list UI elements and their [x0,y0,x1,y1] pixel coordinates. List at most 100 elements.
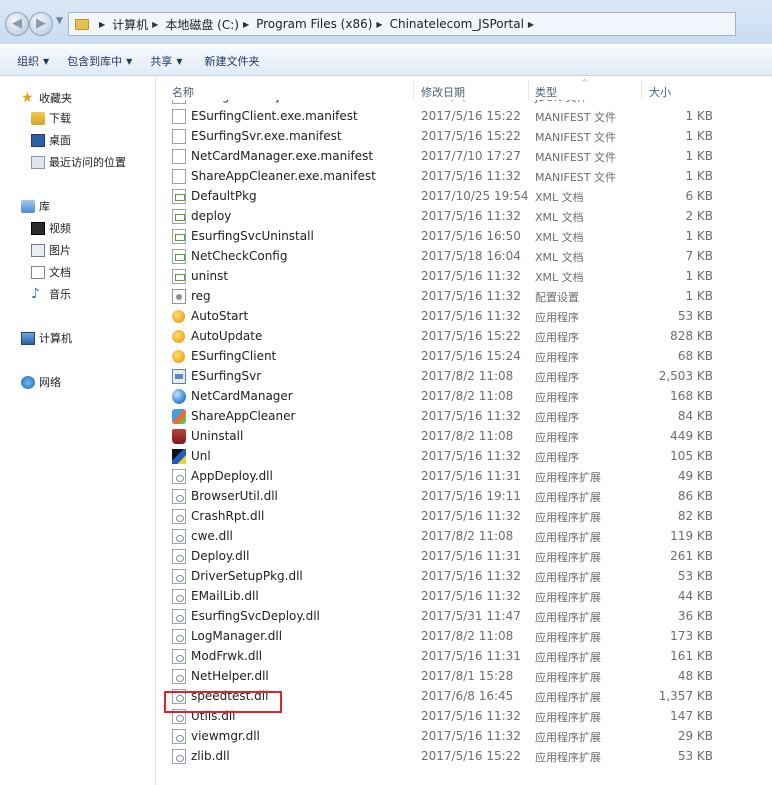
file-row[interactable]: NetCardManager.exe.manifest 2017/7/10 17:… [156,146,738,166]
package-icon [172,409,186,424]
file-row[interactable]: AutoUpdate 2017/5/16 15:22 应用程序 828 KB [156,326,738,346]
file-name: ESurfingClient.exe.manifest [191,109,358,123]
file-size: 68 KB [677,349,713,363]
nav-item-libraries[interactable]: 库 [21,196,50,216]
nav-item-recent[interactable]: 最近访问的位置 [31,152,126,172]
file-size: 2,503 KB [658,369,713,383]
file-size: 53 KB [677,309,713,323]
dll-file-icon [172,469,186,484]
file-name: EMailLib.dll [191,589,259,603]
column-header-size[interactable]: 大小 [649,84,671,100]
file-date: 2017/6/8 16:45 [421,689,514,703]
column-header-date[interactable]: 修改日期 [421,84,465,100]
share-button[interactable]: 共享 ▼ [141,53,191,69]
file-size: 53 KB [677,749,713,763]
file-type: 应用程序扩展 [535,711,601,724]
column-divider[interactable] [413,80,414,100]
file-row[interactable]: EMailLib.dll 2017/5/16 11:32 应用程序扩展 44 KB [156,586,738,606]
breadcrumb[interactable]: ▶ 计算机 ▶ 本地磁盘 (C:) ▶ Program Files (x86) ▶ C… [68,12,736,36]
include-in-library-button[interactable]: 包含到库中 ▼ [58,53,141,69]
new-folder-button[interactable]: 新建文件夹 [195,53,268,69]
file-row[interactable]: BrowserUtil.dll 2017/5/16 19:11 应用程序扩展 86 K… [156,486,738,506]
nav-item-favorites[interactable]: ★ 收藏夹 [21,88,72,108]
file-row[interactable]: DriverSetupPkg.dll 2017/5/16 11:32 应用程序扩展 5… [156,566,738,586]
breadcrumb-item-program-files[interactable]: Program Files (x86) ▶ [256,17,389,31]
back-arrow-icon[interactable]: ◀ [5,12,29,36]
star-icon: ★ [21,89,34,106]
file-size: 168 KB [670,389,713,403]
nav-item-downloads[interactable]: 下载 [31,108,71,128]
file-row[interactable]: ESurfingSvr 2017/8/2 11:08 应用程序 2,503 KB [156,366,738,386]
address-bar-area: ◀ ▶ ▼ ▶ 计算机 ▶ 本地磁盘 (C:) ▶ Program Files (x… [0,0,772,44]
nav-item-documents[interactable]: 文档 [31,262,71,282]
file-row[interactable]: AppDeploy.dll 2017/5/16 11:31 应用程序扩展 49 KB [156,466,738,486]
column-header-type[interactable]: 类型 [535,84,557,100]
file-name: CrashRpt.dll [191,509,265,523]
file-row[interactable]: Deploy.dll 2017/5/16 11:31 应用程序扩展 261 KB [156,546,738,566]
application-icon [172,330,185,343]
nav-item-music[interactable]: ♪ 音乐 [31,284,71,304]
file-row[interactable]: Uninstall 2017/8/2 11:08 应用程序 449 KB [156,426,738,446]
file-type: 应用程序扩展 [535,471,601,484]
file-row[interactable]: NetHelper.dll 2017/8/1 15:28 应用程序扩展 48 KB [156,666,738,686]
file-row[interactable]: ESurfingClient.exe.manifest 2017/5/16 15:… [156,106,738,126]
file-row[interactable]: viewmgr.dll 2017/5/16 11:32 应用程序扩展 29 KB [156,726,738,746]
file-date: 2017/5/31 11:47 [421,609,521,623]
file-row[interactable]: ShareAppCleaner.exe.manifest 2017/5/16 11… [156,166,738,186]
file-type: 应用程序 [535,391,579,404]
file-row[interactable]: ESurfingSvr.exe.manifest 2017/5/16 15:22 M… [156,126,738,146]
breadcrumb-item-computer[interactable]: 计算机 ▶ [112,16,165,33]
breadcrumb-item-local-disk[interactable]: 本地磁盘 (C:) ▶ [165,16,256,33]
file-row[interactable]: reg 2017/5/16 11:32 配置设置 1 KB [156,286,738,306]
file-row[interactable]: cwe.dll 2017/8/2 11:08 应用程序扩展 119 KB [156,526,738,546]
file-row[interactable]: LogManager.dll 2017/8/2 11:08 应用程序扩展 173 KB [156,626,738,646]
nav-item-pictures[interactable]: 图片 [31,240,71,260]
column-divider[interactable] [528,80,529,100]
nav-item-videos[interactable]: 视频 [31,218,71,238]
file-size: 1 KB [685,129,713,143]
file-name: ESurfingSvr.exe.manifest [191,129,342,143]
xml-document-icon [172,189,186,204]
file-row[interactable]: ShareAppCleaner 2017/5/16 11:32 应用程序 84 KB [156,406,738,426]
file-row[interactable]: NetCheckConfig 2017/5/18 16:04 XML 文档 7 KB [156,246,738,266]
file-row[interactable]: AutoStart 2017/5/16 11:32 应用程序 53 KB [156,306,738,326]
file-row[interactable]: zlib.dll 2017/5/16 15:22 应用程序扩展 53 KB [156,746,738,766]
forward-arrow-icon[interactable]: ▶ [29,12,53,36]
file-row[interactable]: Unl 2017/5/16 11:32 应用程序 105 KB [156,446,738,466]
file-date: 2017/8/1 15:28 [421,669,514,683]
column-divider[interactable] [641,80,642,100]
document-icon [31,265,45,279]
file-row[interactable]: DefaultPkg 2017/10/25 19:54 XML 文档 6 KB [156,186,738,206]
file-name: EsurfingSvcUninstall [191,229,314,243]
file-row[interactable]: CrashRpt.dll 2017/5/16 11:32 应用程序扩展 82 KB [156,506,738,526]
file-row[interactable]: ESurfingClient 2017/5/16 15:24 应用程序 68 KB [156,346,738,366]
breadcrumb-item-current-folder[interactable]: Chinatelecom_JSPortal ▶ [390,17,542,31]
organize-button[interactable]: 组织 ▼ [8,53,58,69]
file-size: 53 KB [677,569,713,583]
breadcrumb-root-arrow[interactable]: ▶ [95,20,112,29]
column-header-name[interactable]: 名称 [172,84,194,100]
file-name: DefaultPkg [191,189,257,203]
xml-document-icon [172,209,186,224]
nav-item-desktop[interactable]: 桌面 [31,130,71,150]
pictures-icon [31,243,45,257]
file-size: 1 KB [685,289,713,303]
nav-item-computer[interactable]: 计算机 [21,328,72,348]
file-row[interactable]: EsurfingSvcDeploy.dll 2017/5/31 11:47 应用程序… [156,606,738,626]
file-name: reg [191,289,211,303]
file-date: 2017/10/25 19:54 [421,189,529,203]
history-dropdown-icon[interactable]: ▼ [56,16,63,26]
nav-item-network[interactable]: 网络 [21,372,61,392]
dll-file-icon [172,669,186,684]
file-row[interactable]: deploy 2017/5/16 11:32 XML 文档 2 KB [156,206,738,226]
file-size: 44 KB [677,589,713,603]
scrollbar[interactable] [739,76,772,785]
file-row[interactable]: ModFrwk.dll 2017/5/16 11:31 应用程序扩展 161 KB [156,646,738,666]
file-list-pane: Configuration.json2017/5/16 15:22JSON 文件… [156,76,738,785]
file-name: AppDeploy.dll [191,469,273,483]
command-bar: 组织 ▼ 包含到库中 ▼ 共享 ▼ 新建文件夹 [0,47,772,76]
file-row[interactable]: EsurfingSvcUninstall 2017/5/16 16:50 XML 文… [156,226,738,246]
file-row[interactable]: NetCardManager 2017/8/2 11:08 应用程序 168 KB [156,386,738,406]
file-size: 6 KB [685,189,713,203]
file-row[interactable]: uninst 2017/5/16 11:32 XML 文档 1 KB [156,266,738,286]
